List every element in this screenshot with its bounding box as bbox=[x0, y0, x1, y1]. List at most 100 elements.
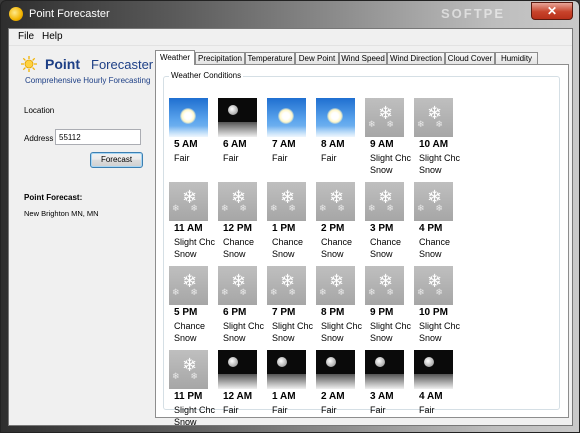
forecast-time: 11 AM bbox=[174, 223, 203, 234]
forecast-condition: Fair bbox=[370, 405, 386, 415]
logo-subtitle: Comprehensive Hourly Forecasting bbox=[25, 76, 151, 85]
forecast-cell: 11 AM Slight Chc Snow bbox=[169, 182, 215, 262]
forecast-cell: 8 AM Fair bbox=[316, 98, 362, 178]
forecast-time: 7 PM bbox=[272, 307, 296, 318]
forecast-cell: 7 PM Slight Chc Snow bbox=[267, 266, 313, 346]
title-bar[interactable]: Point Forecaster SOFTPE ✕ bbox=[1, 1, 579, 28]
forecast-cell: 12 PM Chance Snow bbox=[218, 182, 264, 262]
forecast-time: 4 AM bbox=[419, 391, 443, 402]
snow-icon bbox=[169, 182, 208, 221]
forecast-time: 12 PM bbox=[223, 223, 252, 234]
forecast-time: 5 AM bbox=[174, 139, 198, 150]
tab-weather[interactable]: Weather bbox=[155, 50, 195, 65]
snow-icon bbox=[414, 98, 453, 137]
forecast-time: 11 PM bbox=[174, 391, 203, 402]
snow-icon bbox=[267, 182, 306, 221]
tab-wind-speed[interactable]: Wind Speed bbox=[339, 52, 387, 64]
forecast-time: 9 AM bbox=[370, 139, 394, 150]
snow-icon bbox=[169, 350, 208, 389]
logo-text-forecaster: Forecaster bbox=[91, 57, 154, 72]
forecast-time: 9 PM bbox=[370, 307, 394, 318]
forecast-condition: Slight Chc Snow bbox=[370, 321, 412, 343]
forecast-condition: Fair bbox=[419, 405, 435, 415]
forecast-cell: 6 AM Fair bbox=[218, 98, 264, 178]
forecast-cell: 3 PM Chance Snow bbox=[365, 182, 411, 262]
forecast-button[interactable]: Forecast bbox=[90, 152, 143, 168]
forecast-cell: 4 AM Fair bbox=[414, 350, 460, 430]
forecast-condition: Fair bbox=[272, 405, 288, 415]
moon-icon bbox=[414, 350, 453, 389]
sun-icon bbox=[267, 98, 306, 137]
forecast-cell: 5 AM Fair bbox=[169, 98, 215, 178]
forecast-condition: Chance Snow bbox=[174, 321, 206, 343]
forecast-time: 10 AM bbox=[419, 139, 449, 150]
forecast-cell: 3 AM Fair bbox=[365, 350, 411, 430]
forecast-time: 5 PM bbox=[174, 307, 198, 318]
sun-icon bbox=[169, 98, 208, 137]
tab-precipitation[interactable]: Precipitation bbox=[195, 52, 245, 64]
address-label: Address bbox=[24, 134, 54, 143]
forecast-time: 1 PM bbox=[272, 223, 296, 234]
forecast-cell: 7 AM Fair bbox=[267, 98, 313, 178]
logo-text-point: Point bbox=[45, 56, 80, 72]
moon-icon bbox=[267, 350, 306, 389]
forecast-cell: 5 PM Chance Snow bbox=[169, 266, 215, 346]
forecast-condition: Slight Chc Snow bbox=[174, 405, 216, 427]
menu-help[interactable]: Help bbox=[42, 31, 63, 42]
forecast-cell: 2 PM Chance Snow bbox=[316, 182, 362, 262]
forecast-time: 2 AM bbox=[321, 391, 345, 402]
snow-icon bbox=[218, 182, 257, 221]
group-title: Weather Conditions bbox=[169, 71, 244, 80]
forecast-condition: Fair bbox=[174, 153, 190, 163]
tab-cloud-cover[interactable]: Cloud Cover bbox=[445, 52, 495, 64]
forecast-time: 1 AM bbox=[272, 391, 296, 402]
address-input[interactable] bbox=[55, 129, 141, 145]
forecast-cell: 9 PM Slight Chc Snow bbox=[365, 266, 411, 346]
tab-strip: Weather Precipitation Temperature Dew Po… bbox=[155, 50, 567, 65]
menu-file[interactable]: File bbox=[18, 31, 34, 42]
snow-icon bbox=[218, 266, 257, 305]
sun-icon bbox=[316, 98, 355, 137]
forecast-condition: Slight Chc Snow bbox=[419, 153, 461, 175]
point-forecast-label: Point Forecast: bbox=[24, 193, 83, 202]
forecast-time: 4 PM bbox=[419, 223, 443, 234]
location-label: Location bbox=[24, 106, 55, 115]
forecast-condition: Slight Chc Snow bbox=[321, 321, 363, 343]
tab-dew-point[interactable]: Dew Point bbox=[295, 52, 339, 64]
snow-icon bbox=[365, 266, 404, 305]
client-area: File Help Point Forecaster Comprehensive… bbox=[8, 28, 573, 427]
forecast-condition: Slight Chc Snow bbox=[370, 153, 412, 175]
forecast-cell: 1 AM Fair bbox=[267, 350, 313, 430]
forecast-condition: Fair bbox=[223, 153, 239, 163]
snow-icon bbox=[316, 182, 355, 221]
forecast-condition: Fair bbox=[321, 153, 337, 163]
forecast-time: 12 AM bbox=[223, 391, 253, 402]
snow-icon bbox=[414, 266, 453, 305]
snow-icon bbox=[365, 98, 404, 137]
moon-icon bbox=[218, 350, 257, 389]
tab-temperature[interactable]: Temperature bbox=[245, 52, 295, 64]
forecast-cell: 6 PM Slight Chc Snow bbox=[218, 266, 264, 346]
forecast-time: 10 PM bbox=[419, 307, 448, 318]
moon-icon bbox=[365, 350, 404, 389]
sun-icon bbox=[21, 56, 37, 72]
forecast-condition: Chance Snow bbox=[419, 237, 451, 259]
forecast-cell: 9 AM Slight Chc Snow bbox=[365, 98, 411, 178]
close-button[interactable]: ✕ bbox=[531, 2, 573, 20]
forecast-time: 3 AM bbox=[370, 391, 394, 402]
app-logo: Point Forecaster Comprehensive Hourly Fo… bbox=[16, 53, 153, 97]
tab-humidity[interactable]: Humidity bbox=[495, 52, 538, 64]
forecast-condition: Chance Snow bbox=[370, 237, 402, 259]
forecast-cell: 10 PM Slight Chc Snow bbox=[414, 266, 460, 346]
sun-icon bbox=[9, 7, 23, 21]
forecast-condition: Slight Chc Snow bbox=[223, 321, 265, 343]
tab-wind-direction[interactable]: Wind Direction bbox=[387, 52, 445, 64]
forecast-condition: Fair bbox=[272, 153, 288, 163]
moon-icon bbox=[316, 350, 355, 389]
forecast-time: 8 PM bbox=[321, 307, 345, 318]
menu-bar: File Help bbox=[9, 29, 572, 46]
window-title: Point Forecaster bbox=[29, 8, 110, 20]
forecast-condition: Chance Snow bbox=[272, 237, 304, 259]
sidebar: Point Forecaster Comprehensive Hourly Fo… bbox=[9, 47, 153, 425]
forecast-cell: 10 AM Slight Chc Snow bbox=[414, 98, 460, 178]
